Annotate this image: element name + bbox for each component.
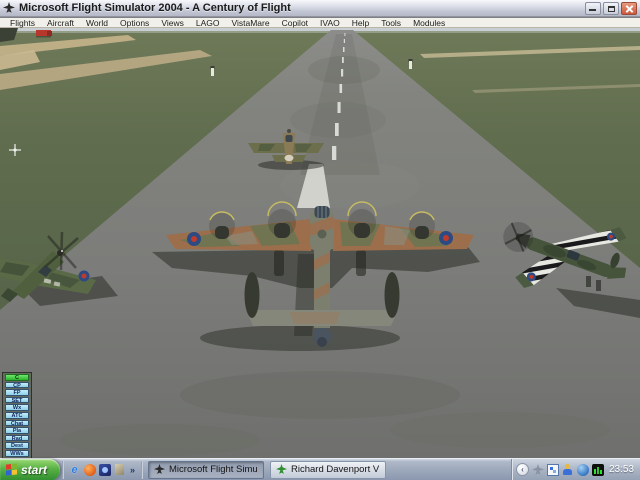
taskbar-clock: 23:53 <box>608 464 634 475</box>
internet-explorer-icon[interactable]: e <box>68 463 81 476</box>
ivap-dest-button[interactable]: Dest <box>5 442 29 449</box>
menu-bar: Flights Aircraft World Options Views LAG… <box>0 18 640 28</box>
ivap-atc-button[interactable]: ATC <box>5 411 29 419</box>
taskbar-divider <box>62 460 64 479</box>
menu-item-vistamare[interactable]: VistaMare <box>225 18 275 28</box>
menu-item-tools[interactable]: Tools <box>375 18 407 28</box>
ivap-fp-button[interactable]: FP <box>5 389 29 396</box>
menu-item-lago[interactable]: LAGO <box>190 18 226 28</box>
windows-taskbar: start e » Microsoft Flight Simul... Rich… <box>0 458 640 480</box>
tray-collapse-chevron[interactable]: ‹ <box>515 463 529 476</box>
fs-scene-view[interactable] <box>0 28 640 458</box>
menu-item-ivao[interactable]: IVAO <box>314 18 346 28</box>
messenger-app-icon[interactable] <box>98 463 111 476</box>
close-button[interactable] <box>621 1 637 15</box>
system-tray: ‹ 23:53 <box>510 458 640 480</box>
ivap-wx-button[interactable]: Wx <box>5 404 29 411</box>
menu-item-aircraft[interactable]: Aircraft <box>41 18 80 28</box>
ivap-connect-button[interactable]: C <box>5 374 29 381</box>
window-titlebar[interactable]: Microsoft Flight Simulator 2004 - A Cent… <box>0 0 640 17</box>
restore-icon <box>608 5 615 12</box>
utility-app-icon[interactable] <box>113 463 126 476</box>
quick-launch-bar: e » <box>66 463 139 476</box>
fs-task-icon <box>154 464 166 474</box>
tray-window-icon[interactable] <box>546 463 559 476</box>
tray-messenger-user-icon[interactable] <box>562 463 574 476</box>
window-title: Microsoft Flight Simulator 2004 - A Cent… <box>19 2 291 14</box>
menu-item-world[interactable]: World <box>80 18 114 28</box>
menu-item-options[interactable]: Options <box>114 18 155 28</box>
ivap-set-button[interactable]: SET <box>5 396 29 404</box>
fs2004-app-icon <box>3 2 15 13</box>
fire-truck <box>36 30 52 38</box>
taskbar-divider <box>141 460 144 479</box>
task-button-flight-simulator[interactable]: Microsoft Flight Simul... <box>148 460 265 479</box>
green-plane-task-icon <box>276 464 288 474</box>
menu-item-modules[interactable]: Modules <box>407 18 451 28</box>
ivap-toolbar-panel: C CP FP SET Wx ATC Chat Pla Rad Dest WWs <box>2 372 32 462</box>
menu-item-copilot[interactable]: Copilot <box>276 18 314 28</box>
menu-item-help[interactable]: Help <box>346 18 375 28</box>
start-label: start <box>21 462 48 477</box>
menu-item-flights[interactable]: Flights <box>4 18 41 28</box>
tray-network-globe-icon[interactable] <box>576 463 589 476</box>
task-label: Richard Davenport VL... <box>291 464 380 475</box>
quick-launch-overflow-chevron[interactable]: » <box>128 465 137 475</box>
ivap-chat-button[interactable]: Chat <box>5 419 29 426</box>
media-app-icon[interactable] <box>83 463 96 476</box>
ivap-cp-button[interactable]: CP <box>5 381 29 389</box>
ivap-pla-button[interactable]: Pla <box>5 427 29 434</box>
task-button-richard-davenport[interactable]: Richard Davenport VL... <box>270 460 387 479</box>
windows-flag-icon <box>6 463 17 476</box>
task-label: Microsoft Flight Simul... <box>169 464 259 475</box>
desktop-screen: Microsoft Flight Simulator 2004 - A Cent… <box>0 0 640 480</box>
menu-item-views[interactable]: Views <box>155 18 190 28</box>
minimize-button[interactable] <box>585 1 601 15</box>
tray-activity-monitor-icon[interactable] <box>591 463 604 476</box>
ivap-wws-button[interactable]: WWs <box>5 449 29 457</box>
minimize-icon <box>589 8 596 11</box>
ivap-rad-button[interactable]: Rad <box>5 434 29 442</box>
tray-plane-icon[interactable] <box>531 463 544 476</box>
start-button[interactable]: start <box>0 458 60 480</box>
restore-button[interactable] <box>603 1 619 15</box>
